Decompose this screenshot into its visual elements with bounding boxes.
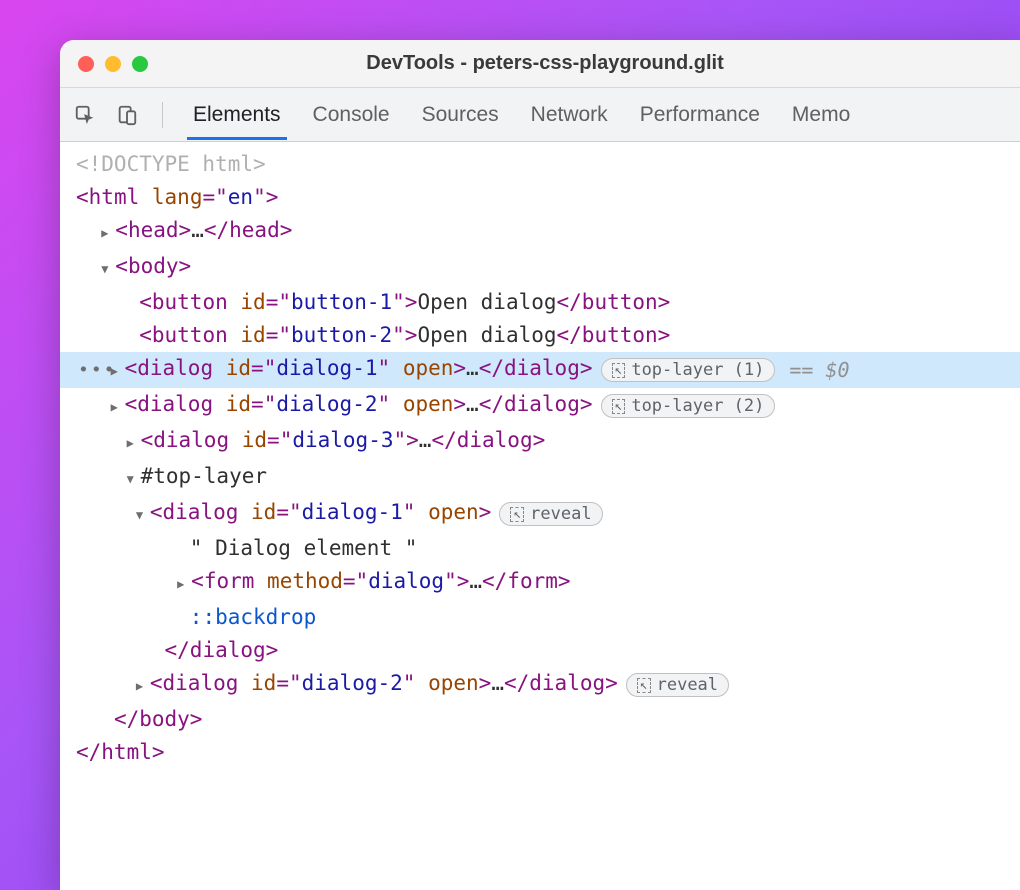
tab-memory[interactable]: Memo <box>786 90 856 140</box>
tab-elements[interactable]: Elements <box>187 90 287 140</box>
chevron-down-icon[interactable] <box>136 496 150 532</box>
dom-doctype[interactable]: <!DOCTYPE html> <box>60 148 1020 181</box>
reveal-badge-2[interactable]: ↖reveal <box>626 673 729 697</box>
link-icon: ↖ <box>637 678 651 693</box>
window-titlebar: DevTools - peters-css-playground.glit <box>60 40 1020 88</box>
tab-performance[interactable]: Performance <box>634 90 766 140</box>
dom-dialog-2[interactable]: <dialog id="dialog-2" open>…</dialog> ↖t… <box>60 388 1020 424</box>
link-icon: ↖ <box>510 507 524 522</box>
tab-network[interactable]: Network <box>525 90 614 140</box>
dom-dialog-text[interactable]: " Dialog element " <box>60 532 1020 565</box>
chevron-right-icon[interactable] <box>111 388 125 424</box>
dom-html-open[interactable]: <html lang="en"> <box>60 181 1020 214</box>
tab-console[interactable]: Console <box>307 90 396 140</box>
chevron-right-icon[interactable] <box>101 214 115 250</box>
link-icon: ↖ <box>612 363 626 378</box>
devtools-window: DevTools - peters-css-playground.glit El… <box>60 40 1020 890</box>
dom-top-layer[interactable]: #top-layer <box>60 460 1020 496</box>
link-icon: ↖ <box>612 399 626 414</box>
dom-button-1[interactable]: <button id="button-1">Open dialog</butto… <box>60 286 1020 319</box>
dom-head[interactable]: <head>…</head> <box>60 214 1020 250</box>
dom-html-close[interactable]: </html> <box>60 736 1020 769</box>
more-icon[interactable]: ••• <box>78 354 117 387</box>
top-layer-badge-2[interactable]: ↖top-layer (2) <box>601 394 776 418</box>
dom-body-close[interactable]: </body> <box>60 703 1020 736</box>
eq-zero-label: == $0 <box>789 354 849 387</box>
separator <box>162 102 163 128</box>
device-toolbar-icon[interactable] <box>116 104 138 126</box>
window-title: DevTools - peters-css-playground.glit <box>88 52 1002 75</box>
dom-dialog-close[interactable]: </dialog> <box>60 634 1020 667</box>
dom-tl-dialog-2[interactable]: <dialog id="dialog-2" open>…</dialog> ↖r… <box>60 667 1020 703</box>
chevron-right-icon[interactable] <box>177 565 191 601</box>
chevron-right-icon[interactable] <box>127 424 141 460</box>
chevron-right-icon[interactable] <box>136 667 150 703</box>
dom-body-open[interactable]: <body> <box>60 250 1020 286</box>
top-layer-badge-1[interactable]: ↖top-layer (1) <box>601 358 776 382</box>
dom-button-2[interactable]: <button id="button-2">Open dialog</butto… <box>60 319 1020 352</box>
chevron-down-icon[interactable] <box>101 250 115 286</box>
dom-tl-dialog-1-open[interactable]: <dialog id="dialog-1" open> ↖reveal <box>60 496 1020 532</box>
dom-dialog-3[interactable]: <dialog id="dialog-3">…</dialog> <box>60 424 1020 460</box>
dom-form[interactable]: <form method="dialog">…</form> <box>60 565 1020 601</box>
reveal-badge[interactable]: ↖reveal <box>499 502 602 526</box>
elements-panel[interactable]: <!DOCTYPE html> <html lang="en"> <head>…… <box>60 142 1020 890</box>
devtools-tabbar: Elements Console Sources Network Perform… <box>60 88 1020 142</box>
dom-backdrop[interactable]: ::backdrop <box>60 601 1020 634</box>
chevron-down-icon[interactable] <box>127 460 141 496</box>
dom-dialog-1-selected[interactable]: ••• <dialog id="dialog-1" open>…</dialog… <box>60 352 1020 388</box>
inspect-icon[interactable] <box>74 104 96 126</box>
tab-sources[interactable]: Sources <box>416 90 505 140</box>
